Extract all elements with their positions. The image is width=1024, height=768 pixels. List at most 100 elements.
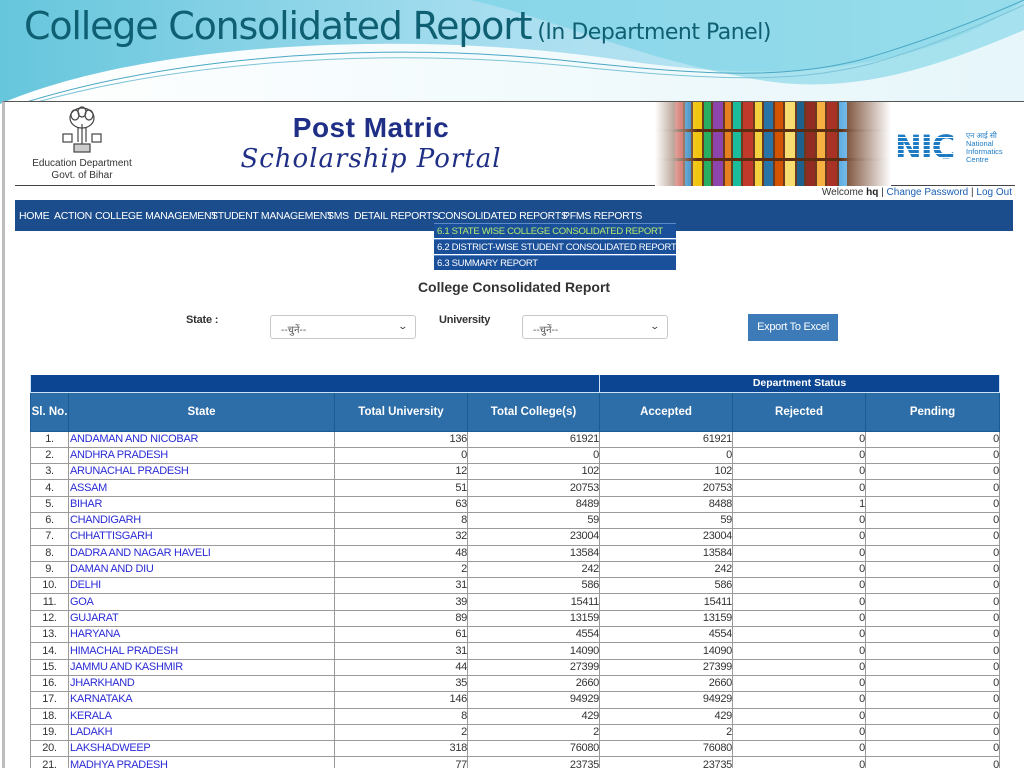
group-header-row: Department Status bbox=[30, 375, 1000, 393]
accepted-cell: 15411 bbox=[599, 593, 733, 611]
total-colleges-cell: 23735 bbox=[467, 756, 600, 768]
rejected-cell: 0 bbox=[732, 740, 866, 758]
bookshelf-graphic bbox=[655, 102, 891, 186]
sl-cell: 16. bbox=[30, 674, 69, 693]
sl-cell: 12. bbox=[30, 609, 69, 628]
nav-pfms-reports[interactable]: PFMS REPORTS bbox=[563, 210, 642, 222]
slide-title: College Consolidated Report (In Departmen… bbox=[24, 4, 771, 48]
state-link[interactable]: ANDHRA PRADESH bbox=[68, 446, 335, 465]
table-row: 10. DELHI 31 586 586 0 0 bbox=[30, 577, 1000, 595]
total-colleges-cell: 94929 bbox=[467, 691, 600, 709]
pending-cell: 0 bbox=[865, 560, 1000, 579]
sl-cell: 2. bbox=[30, 446, 69, 465]
total-colleges-cell: 2 bbox=[467, 723, 600, 742]
nav-detail-reports[interactable]: DETAIL REPORTS bbox=[354, 210, 439, 222]
sl-cell: 18. bbox=[30, 707, 69, 725]
nav-college-management[interactable]: COLLEGE MANAGEMENT bbox=[95, 210, 218, 222]
state-select[interactable]: --चुनें-- ⌄ bbox=[270, 315, 416, 339]
state-link[interactable]: DAMAN AND DIU bbox=[68, 560, 335, 579]
col-sl-no: Sl. No. bbox=[30, 391, 69, 432]
total-university-cell: 0 bbox=[334, 446, 468, 465]
export-to-excel-button[interactable]: Export To Excel bbox=[748, 314, 838, 341]
total-university-cell: 136 bbox=[334, 430, 468, 448]
portal-title: Post Matric Scholarship Portal bbox=[211, 112, 531, 174]
total-colleges-cell: 27399 bbox=[467, 658, 600, 676]
state-link[interactable]: CHANDIGARH bbox=[68, 511, 335, 530]
menu-state-wise-college-report[interactable]: 6.1 STATE WISE COLLEGE CONSOLIDATED REPO… bbox=[434, 223, 676, 238]
total-university-cell: 77 bbox=[334, 756, 468, 768]
state-link[interactable]: HIMACHAL PRADESH bbox=[68, 642, 335, 660]
state-link[interactable]: DADRA AND NAGAR HAVELI bbox=[68, 544, 335, 562]
rejected-cell: 0 bbox=[732, 723, 866, 742]
state-link[interactable]: CHHATTISGARH bbox=[68, 528, 335, 546]
total-university-cell: 89 bbox=[334, 609, 468, 628]
table-row: 18. KERALA 8 429 429 0 0 bbox=[30, 707, 1000, 725]
col-total-university: Total University bbox=[334, 391, 468, 432]
state-link[interactable]: ANDAMAN AND NICOBAR bbox=[68, 430, 335, 448]
university-select[interactable]: --चुनें-- ⌄ bbox=[522, 315, 668, 339]
state-link[interactable]: KERALA bbox=[68, 707, 335, 725]
total-colleges-cell: 2660 bbox=[467, 674, 600, 693]
accepted-cell: 8488 bbox=[599, 495, 733, 513]
total-colleges-cell: 14090 bbox=[467, 642, 600, 660]
accepted-cell: 0 bbox=[599, 446, 733, 465]
report-title: College Consolidated Report bbox=[417, 279, 611, 295]
nav-action[interactable]: ACTION bbox=[54, 210, 92, 222]
total-university-cell: 31 bbox=[334, 642, 468, 660]
state-link[interactable]: ARUNACHAL PRADESH bbox=[68, 463, 335, 481]
state-link[interactable]: LADAKH bbox=[68, 723, 335, 742]
total-colleges-cell: 4554 bbox=[467, 626, 600, 644]
sl-cell: 11. bbox=[30, 593, 69, 611]
state-link[interactable]: LAKSHADWEEP bbox=[68, 740, 335, 758]
state-link[interactable]: JAMMU AND KASHMIR bbox=[68, 658, 335, 676]
nav-sms[interactable]: SMS bbox=[327, 210, 349, 222]
state-link[interactable]: HARYANA bbox=[68, 626, 335, 644]
col-total-colleges: Total College(s) bbox=[467, 391, 600, 432]
university-label: University bbox=[439, 314, 491, 326]
state-select-value: --चुनें-- bbox=[281, 325, 307, 336]
nav-home[interactable]: HOME bbox=[19, 210, 50, 222]
rejected-cell: 1 bbox=[732, 495, 866, 513]
state-link[interactable]: BIHAR bbox=[68, 495, 335, 513]
table-row: 21. MADHYA PRADESH 77 23735 23735 0 0 bbox=[30, 756, 1000, 768]
site-header: Education Department Govt. of Bihar Post… bbox=[15, 102, 1015, 186]
state-link[interactable]: GOA bbox=[68, 593, 335, 611]
menu-district-wise-student-report[interactable]: 6.2 DISTRICT-WISE STUDENT CONSOLIDATED R… bbox=[434, 239, 677, 254]
rejected-cell: 0 bbox=[732, 707, 866, 725]
user-bar: Welcome hq | Change Password | Log Out bbox=[821, 187, 1012, 198]
accepted-cell: 2 bbox=[599, 723, 733, 742]
change-password-link[interactable]: Change Password bbox=[887, 187, 969, 198]
sl-cell: 7. bbox=[30, 528, 69, 546]
sl-cell: 8. bbox=[30, 544, 69, 562]
state-link[interactable]: GUJARAT bbox=[68, 609, 335, 628]
menu-summary-report[interactable]: 6.3 SUMMARY REPORT bbox=[434, 255, 676, 270]
total-university-cell: 318 bbox=[334, 740, 468, 758]
rejected-cell: 0 bbox=[732, 463, 866, 481]
nav-student-management[interactable]: STUDENT MANAGEMENT bbox=[211, 210, 333, 222]
state-link[interactable]: ASSAM bbox=[68, 479, 335, 497]
table-row: 8. DADRA AND NAGAR HAVELI 48 13584 13584 0 0 bbox=[30, 544, 1000, 562]
college-report-table: Department Status Sl. No. State Total Un… bbox=[30, 375, 1000, 768]
pending-cell: 0 bbox=[865, 544, 1000, 562]
rejected-cell: 0 bbox=[732, 658, 866, 676]
table-row: 13. HARYANA 61 4554 4554 0 0 bbox=[30, 626, 1000, 644]
total-colleges-cell: 59 bbox=[467, 511, 600, 530]
table-row: 17. KARNATAKA 146 94929 94929 0 0 bbox=[30, 691, 1000, 709]
state-link[interactable]: DELHI bbox=[68, 577, 335, 595]
state-link[interactable]: MADHYA PRADESH bbox=[68, 756, 335, 768]
accepted-cell: 23004 bbox=[599, 528, 733, 546]
state-label: State : bbox=[186, 314, 219, 326]
accepted-cell: 20753 bbox=[599, 479, 733, 497]
portal-title-line1: Post Matric bbox=[292, 112, 450, 143]
table-row: 19. LADAKH 2 2 2 0 0 bbox=[30, 723, 1000, 742]
state-link[interactable]: JHARKHAND bbox=[68, 674, 335, 693]
nav-consolidated-reports[interactable]: CONSOLIDATED REPORTS bbox=[438, 210, 568, 224]
total-university-cell: 146 bbox=[334, 691, 468, 709]
state-link[interactable]: KARNATAKA bbox=[68, 691, 335, 709]
logout-link[interactable]: Log Out bbox=[976, 187, 1012, 198]
pending-cell: 0 bbox=[865, 446, 1000, 465]
col-accepted: Accepted bbox=[599, 391, 733, 432]
sl-cell: 3. bbox=[30, 463, 69, 481]
table-row: 16. JHARKHAND 35 2660 2660 0 0 bbox=[30, 674, 1000, 693]
sl-cell: 17. bbox=[30, 691, 69, 709]
